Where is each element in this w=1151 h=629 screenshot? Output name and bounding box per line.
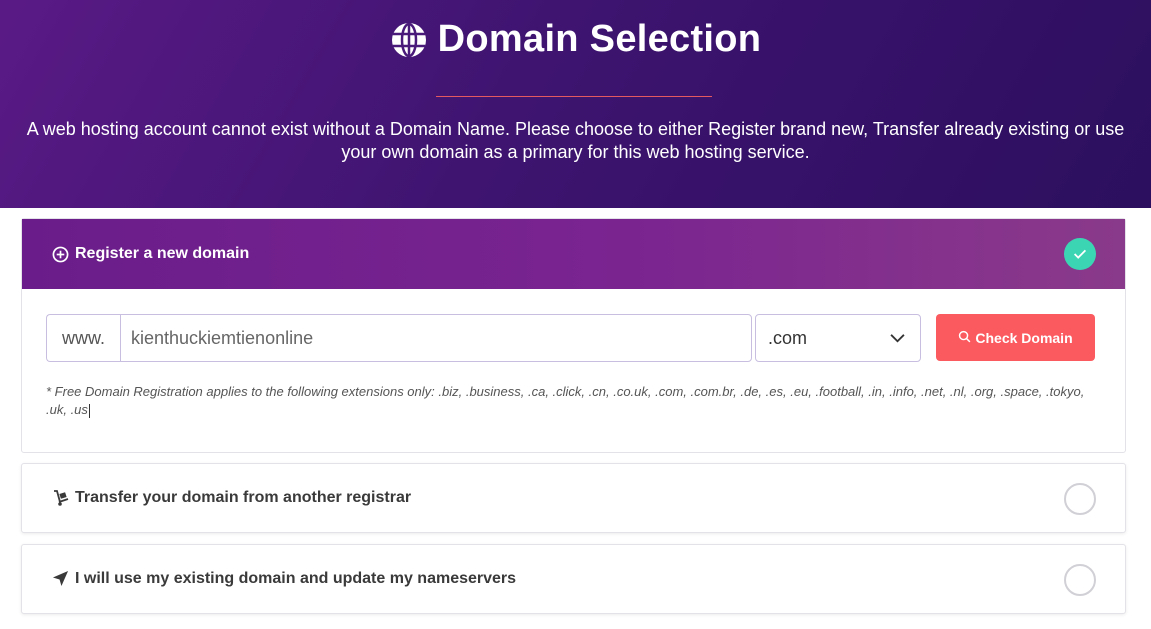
paper-plane-icon: [52, 570, 70, 588]
search-icon: [958, 330, 971, 346]
tld-select[interactable]: .com: [755, 314, 921, 362]
title-divider: [436, 96, 712, 97]
register-domain-label: Register a new domain: [75, 245, 250, 262]
existing-domain-option[interactable]: I will use my existing domain and update…: [21, 544, 1126, 614]
existing-radio[interactable]: [1064, 564, 1096, 596]
existing-domain-label: I will use my existing domain and update…: [75, 570, 517, 587]
domain-name-input[interactable]: [120, 314, 752, 362]
check-domain-label: Check Domain: [975, 329, 1073, 346]
register-domain-panel: Register a new domain www. .com: [21, 218, 1126, 453]
title-row: Domain Selection: [0, 18, 1151, 61]
selected-check-icon[interactable]: [1064, 238, 1096, 270]
dolly-icon: [52, 489, 70, 507]
check-domain-button[interactable]: Check Domain: [936, 314, 1095, 361]
tld-selected-value: .com: [768, 327, 808, 348]
domain-search-row: www. .com Check Domain: [46, 314, 1095, 364]
hero-header: Domain Selection A web hosting account c…: [0, 0, 1151, 208]
text-caret: [88, 403, 90, 418]
transfer-domain-option[interactable]: Transfer your domain from another regist…: [21, 463, 1126, 533]
chevron-down-icon: [889, 328, 906, 349]
page-title: Domain Selection: [437, 18, 762, 60]
free-domain-note-text: * Free Domain Registration applies to th…: [46, 384, 1085, 417]
plus-circle-icon: [52, 246, 69, 263]
register-domain-header[interactable]: Register a new domain: [22, 219, 1125, 289]
transfer-radio[interactable]: [1064, 483, 1096, 515]
free-domain-note: * Free Domain Registration applies to th…: [46, 383, 1106, 419]
globe-icon: [390, 21, 428, 59]
transfer-domain-label: Transfer your domain from another regist…: [75, 489, 412, 506]
page-description: A web hosting account cannot exist witho…: [26, 119, 1125, 162]
www-prefix: www.: [46, 314, 120, 362]
